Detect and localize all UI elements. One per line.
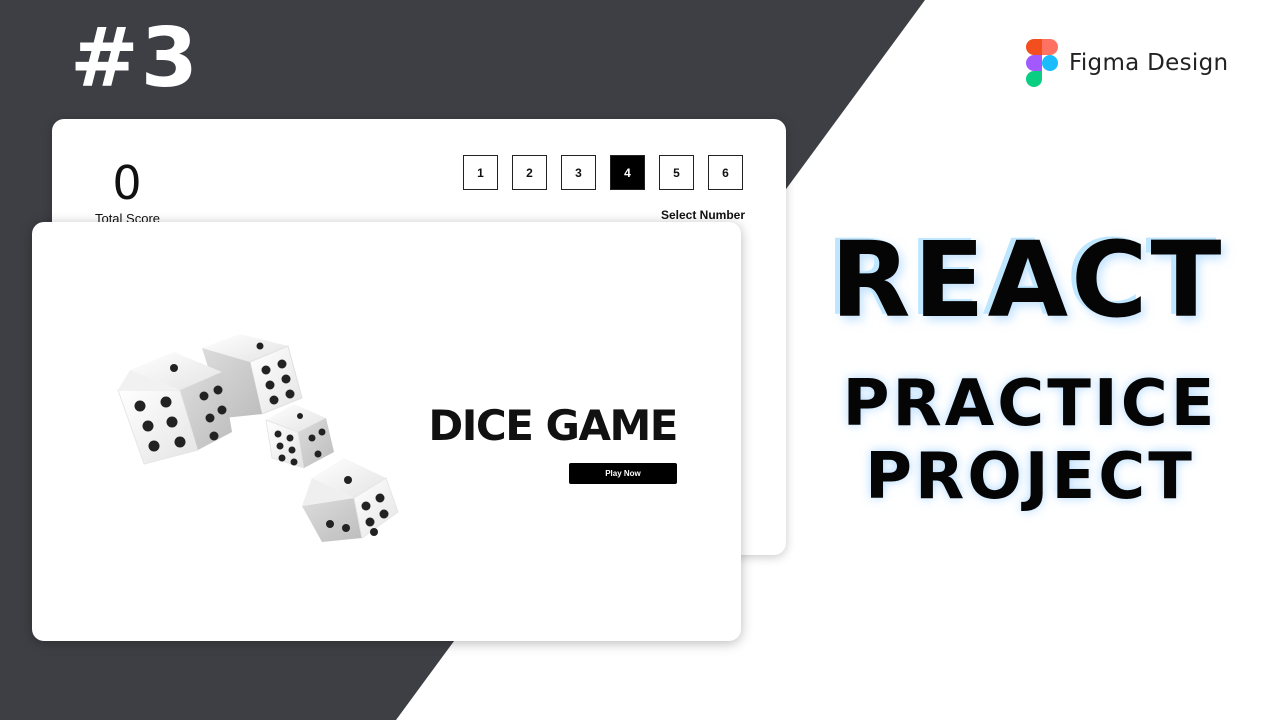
die-icon (302, 458, 399, 542)
episode-number: #3 (70, 11, 200, 106)
headline-react: REACT (830, 219, 1225, 341)
play-now-button[interactable]: Play Now (569, 463, 677, 484)
number-box-6[interactable]: 6 (708, 155, 743, 190)
headline-practice: PRACTICE (842, 367, 1218, 441)
number-box-4[interactable]: 4 (610, 155, 645, 190)
game-title: DICE GAME (428, 401, 678, 450)
die-icon (265, 404, 334, 469)
headline-project: PROJECT (865, 440, 1195, 514)
brand-name: Figma Design (1069, 50, 1229, 76)
figma-logo-icon (1026, 39, 1058, 87)
number-box-5[interactable]: 5 (659, 155, 694, 190)
select-number-label: Select Number (660, 208, 745, 222)
number-box-2[interactable]: 2 (512, 155, 547, 190)
dice-illustration (117, 334, 399, 542)
number-box-1[interactable]: 1 (463, 155, 498, 190)
number-box-3[interactable]: 3 (561, 155, 596, 190)
figma-brand: Figma Design (1026, 39, 1228, 87)
total-score-value: 0 (112, 156, 142, 210)
